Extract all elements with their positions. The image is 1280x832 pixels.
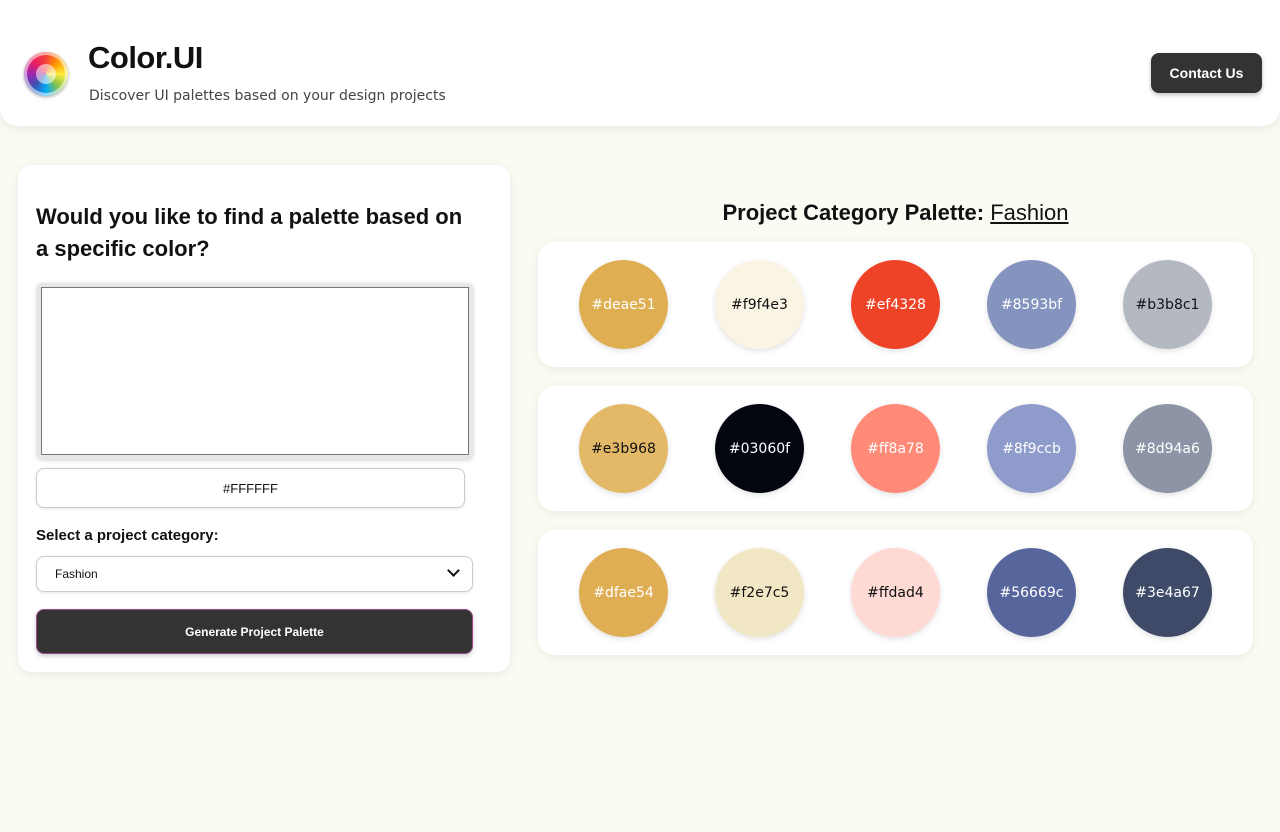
palette-category-link[interactable]: Fashion	[990, 200, 1068, 225]
site-header: Color.UI Discover UI palettes based on y…	[0, 0, 1280, 126]
color-swatch[interactable]: #8593bf	[987, 260, 1076, 349]
contact-us-button[interactable]: Contact Us	[1151, 53, 1262, 93]
palette-row: #deae51 #f9f4e3 #ef4328 #8593bf #b3b8c1	[538, 242, 1253, 367]
palette-row: #e3b968 #03060f #ff8a78 #8f9ccb #8d94a6	[538, 386, 1253, 511]
category-select-value: Fashion	[55, 567, 98, 581]
color-swatch[interactable]: #03060f	[715, 404, 804, 493]
palette-title: Project Category Palette: Fashion	[538, 200, 1253, 226]
color-swatch[interactable]: #dfae54	[579, 548, 668, 637]
color-swatch[interactable]: #8f9ccb	[987, 404, 1076, 493]
color-search-heading: Would you like to find a palette based o…	[36, 204, 463, 261]
generate-palette-button[interactable]: Generate Project Palette	[36, 609, 473, 654]
color-swatch[interactable]: #ef4328	[851, 260, 940, 349]
chevron-down-icon	[447, 564, 460, 577]
color-swatch[interactable]: #8d94a6	[1123, 404, 1212, 493]
color-picker[interactable]	[37, 283, 473, 459]
color-swatch[interactable]: #56669c	[987, 548, 1076, 637]
color-swatch[interactable]: #ffdad4	[851, 548, 940, 637]
hex-input[interactable]	[36, 468, 465, 508]
color-swatch[interactable]: #deae51	[579, 260, 668, 349]
color-swatch[interactable]: #f9f4e3	[715, 260, 804, 349]
color-swatch[interactable]: #b3b8c1	[1123, 260, 1212, 349]
app-title: Color.UI	[88, 40, 203, 75]
color-swatch[interactable]: #e3b968	[579, 404, 668, 493]
palette-row: #dfae54 #f2e7c5 #ffdad4 #56669c #3e4a67	[538, 530, 1253, 655]
app-subtitle: Discover UI palettes based on your desig…	[89, 88, 446, 104]
color-swatch[interactable]: #f2e7c5	[715, 548, 804, 637]
color-picker-swatch[interactable]	[41, 287, 469, 455]
palette-title-prefix: Project Category Palette:	[722, 200, 985, 225]
color-search-card: Would you like to find a palette based o…	[18, 165, 510, 672]
color-swatch[interactable]: #ff8a78	[851, 404, 940, 493]
color-swatch[interactable]: #3e4a67	[1123, 548, 1212, 637]
category-select[interactable]: Fashion	[36, 556, 473, 592]
category-label: Select a project category:	[36, 527, 219, 544]
color-wheel-icon[interactable]	[24, 52, 68, 96]
